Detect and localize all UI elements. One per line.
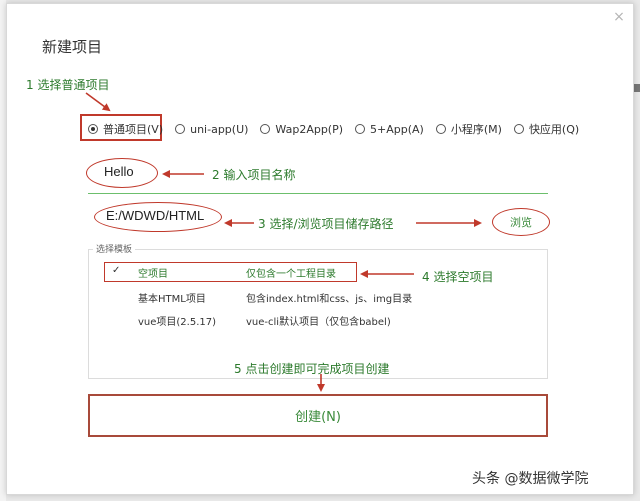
watermark: 头条 @数据微学院 (472, 471, 589, 487)
annotation-arrows (85, 92, 482, 392)
arrow-step-1 (85, 92, 111, 112)
